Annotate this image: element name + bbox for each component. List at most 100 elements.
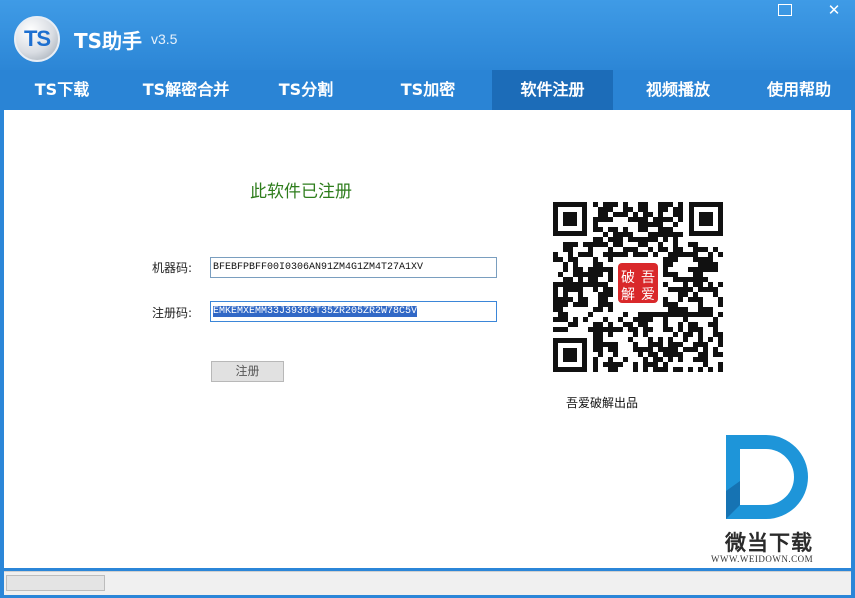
- qr-module: [698, 332, 703, 337]
- qr-module: [673, 312, 678, 317]
- qr-module: [638, 242, 643, 247]
- qr-module: [573, 287, 578, 292]
- qr-module: [598, 267, 603, 272]
- qr-module: [618, 242, 623, 247]
- qr-module: [603, 202, 608, 207]
- qr-module: [683, 337, 688, 342]
- qr-module: [593, 282, 598, 287]
- qr-module: [593, 342, 598, 347]
- qr-module: [673, 347, 678, 352]
- qr-module: [653, 312, 658, 317]
- qr-module: [563, 277, 568, 282]
- qr-module: [638, 347, 643, 352]
- qr-module: [713, 267, 718, 272]
- tab-ts-download[interactable]: TS下载: [0, 70, 124, 110]
- qr-module: [598, 297, 603, 302]
- qr-module: [563, 247, 568, 252]
- qr-module: [663, 207, 668, 212]
- qr-module: [708, 257, 713, 262]
- qr-module: [608, 302, 613, 307]
- machine-code-label: 机器码:: [152, 261, 193, 275]
- qr-module: [578, 282, 583, 287]
- qr-module: [698, 287, 703, 292]
- qr-module: [643, 357, 648, 362]
- qr-module: [573, 302, 578, 307]
- qr-module: [593, 242, 598, 247]
- qr-module: [703, 257, 708, 262]
- qr-module: [663, 217, 668, 222]
- qr-module: [633, 327, 638, 332]
- qr-module: [643, 347, 648, 352]
- qr-module: [663, 257, 668, 262]
- qr-module: [653, 362, 658, 367]
- machine-code-field[interactable]: BFEBFPBFF00I0306AN91ZM4G1ZM4T27A1XV: [210, 257, 497, 278]
- qr-module: [703, 362, 708, 367]
- qr-module: [638, 312, 643, 317]
- qr-module: [633, 347, 638, 352]
- qr-module: [693, 272, 698, 277]
- qr-module: [568, 322, 573, 327]
- qr-module: [558, 302, 563, 307]
- qr-module: [643, 367, 648, 372]
- qr-module: [593, 337, 598, 342]
- qr-module: [718, 352, 723, 357]
- app-logo: TS: [14, 16, 60, 62]
- qr-module: [683, 287, 688, 292]
- qr-module: [583, 252, 588, 257]
- qr-module: [718, 282, 723, 287]
- qr-module: [668, 347, 673, 352]
- stamp-logo-icon: 破 吾 解 爱: [618, 263, 658, 303]
- tab-ts-encrypt[interactable]: TS加密: [364, 70, 492, 110]
- qr-module: [668, 357, 673, 362]
- qr-module: [713, 287, 718, 292]
- qr-module: [603, 282, 608, 287]
- qr-module: [623, 227, 628, 232]
- qr-module: [698, 357, 703, 362]
- qr-module: [553, 317, 558, 322]
- qr-module: [558, 307, 563, 312]
- qr-module: [673, 242, 678, 247]
- qr-module: [673, 272, 678, 277]
- tab-ts-decrypt-merge[interactable]: TS解密合并: [124, 70, 248, 110]
- qr-module: [573, 282, 578, 287]
- tab-video-play[interactable]: 视频播放: [613, 70, 743, 110]
- minimize-icon[interactable]: [778, 4, 792, 16]
- qr-module: [653, 222, 658, 227]
- qr-module: [648, 232, 653, 237]
- reg-code-field[interactable]: EMKEMXEMM33J3936CT35ZR205ZR2W78C5V: [210, 301, 497, 322]
- register-button[interactable]: 注册: [211, 361, 284, 382]
- qr-module: [713, 332, 718, 337]
- qr-module: [588, 277, 593, 282]
- qr-module: [638, 227, 643, 232]
- qr-module: [618, 317, 623, 322]
- stamp-char: 解: [621, 287, 635, 303]
- qr-module: [693, 322, 698, 327]
- tab-ts-split[interactable]: TS分割: [248, 70, 364, 110]
- close-icon[interactable]: ✕: [827, 3, 841, 18]
- qr-module: [708, 322, 713, 327]
- qr-module: [593, 237, 598, 242]
- qr-module: [628, 247, 633, 252]
- qr-caption: 吾爱破解出品: [566, 396, 639, 410]
- qr-module: [618, 237, 623, 242]
- qr-module: [678, 202, 683, 207]
- qr-module: [698, 282, 703, 287]
- qr-module: [563, 297, 568, 302]
- qr-module: [603, 317, 608, 322]
- qr-module: [563, 317, 568, 322]
- qr-module: [678, 367, 683, 372]
- qr-module: [653, 357, 658, 362]
- qr-module: [598, 322, 603, 327]
- qr-module: [658, 247, 663, 252]
- qr-module: [563, 242, 568, 247]
- tab-help[interactable]: 使用帮助: [743, 70, 855, 110]
- qr-module: [643, 227, 648, 232]
- qr-module: [713, 317, 718, 322]
- qr-module: [663, 322, 668, 327]
- tab-software-register[interactable]: 软件注册: [492, 70, 613, 110]
- qr-module: [688, 242, 693, 247]
- qr-module: [658, 212, 663, 217]
- qr-module: [693, 257, 698, 262]
- qr-module: [693, 357, 698, 362]
- qr-module: [578, 267, 583, 272]
